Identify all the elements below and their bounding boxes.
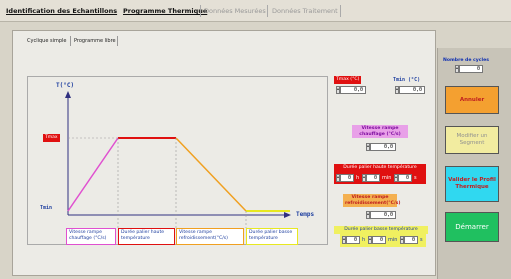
ramp-down-segment (175, 137, 247, 212)
x-axis-label: Temps (296, 211, 315, 218)
tmax-param-label: Tmax (°C) (334, 76, 362, 84)
high-dwell-param-label: Durée palier haute température (334, 164, 426, 172)
tmax-chart-label: Tmax (43, 134, 60, 142)
high-hours-input[interactable]: 0 (340, 174, 354, 182)
low-dwell-caption: Durée palier basse température (246, 228, 298, 245)
tmax-input[interactable]: 0,0 (340, 86, 366, 94)
low-sec-unit: s (420, 237, 423, 243)
y-axis-label: T(°C) (56, 82, 75, 89)
ramp-down-caption: Vitesse rampe refroidissement(°C/s) (176, 228, 244, 245)
low-min-input[interactable]: 0 (372, 236, 386, 244)
x-axis-arrow (284, 212, 291, 218)
ramp-up-caption: Vitesse rampe chauffage (°C/s) (66, 228, 116, 245)
tmin-chart-label: Tmin (40, 205, 53, 211)
low-min-unit: min (388, 237, 398, 243)
high-dwell-caption: Durée palier haute température (118, 228, 175, 245)
ramp-up-input[interactable]: 0,0 (370, 143, 396, 151)
tmin-param-label: Tmin (°C) (393, 77, 421, 83)
high-min-unit: min (382, 175, 392, 181)
ramp-down-input[interactable]: 0,0 (370, 211, 396, 219)
high-sec-input[interactable]: 0 (398, 174, 412, 182)
low-sec-input[interactable]: 0 (404, 236, 418, 244)
high-min-input[interactable]: 0 (366, 174, 380, 182)
ramp-down-param-label: Vitesse rampe refroidissement(°C/s) (343, 194, 401, 207)
low-hours-input[interactable]: 0 (346, 236, 360, 244)
high-hours-unit: h (356, 175, 360, 181)
ramp-up-param-label: Vitesse rampe chauffage (°C/s) (352, 125, 408, 138)
ramp-up-segment (67, 137, 119, 212)
low-hours-unit: h (362, 237, 366, 243)
y-axis-arrow (65, 91, 71, 98)
low-dwell-param-label: Durée palier basse température (334, 226, 428, 234)
tmin-input[interactable]: 0,0 (399, 86, 425, 94)
high-sec-unit: s (414, 175, 417, 181)
